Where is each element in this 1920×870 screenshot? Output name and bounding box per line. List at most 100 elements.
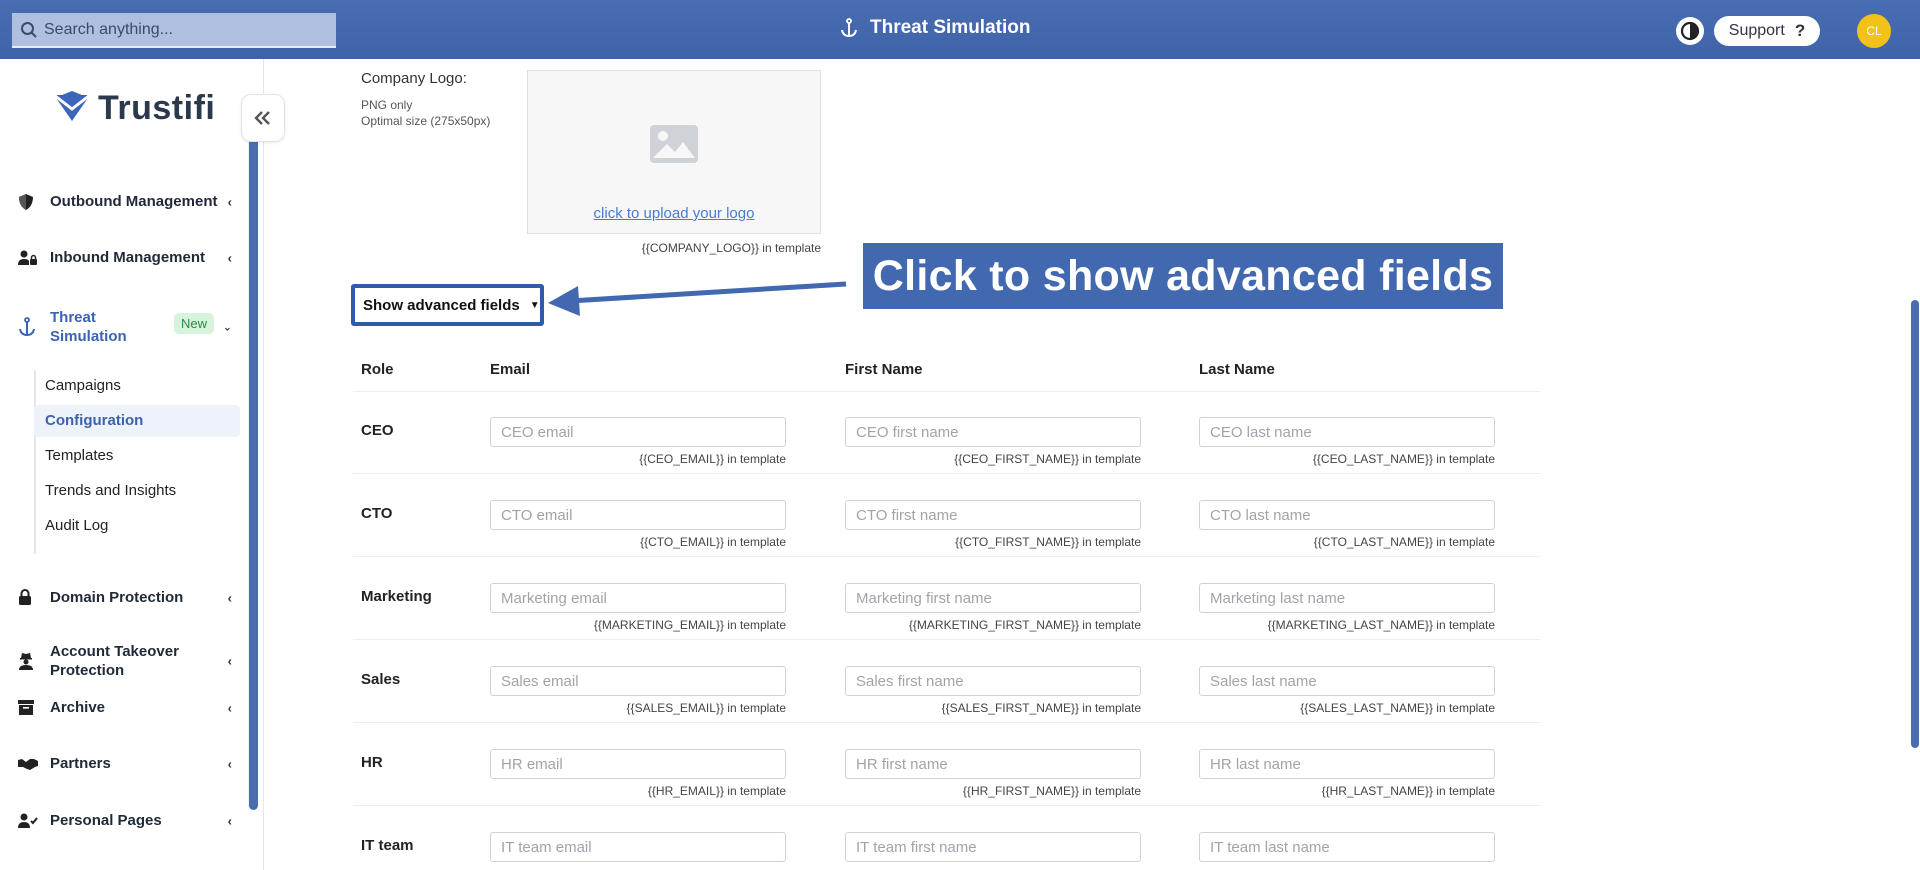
hr-last-name-field[interactable] (1199, 749, 1495, 779)
row-divider (353, 391, 1541, 392)
show-advanced-fields-label: Show advanced fields (363, 296, 520, 314)
company-logo-hint: PNG only Optimal size (275x50px) (361, 97, 490, 129)
chevron-left-icon: ‹ (227, 590, 232, 605)
collapse-sidebar-button[interactable] (241, 94, 285, 142)
caret-down-icon: ▼ (529, 299, 540, 311)
logo[interactable]: Trustifi (52, 89, 215, 128)
top-bar: Threat Simulation Support ? CL (0, 0, 1920, 59)
sidebar-subitem-templates[interactable]: Templates (45, 447, 113, 464)
company-logo-label: Company Logo: (361, 70, 467, 87)
column-header-last-name: Last Name (1199, 361, 1275, 378)
submenu-divider (34, 370, 36, 554)
support-button[interactable]: Support ? (1714, 16, 1820, 46)
sidebar-item-label: Personal Pages (50, 812, 162, 829)
hr-email-template-hint: {{HR_EMAIL}} in template (647, 784, 786, 798)
contrast-toggle-button[interactable] (1676, 17, 1704, 45)
hr-first-name-template-hint: {{HR_FIRST_NAME}} in template (962, 784, 1141, 798)
archive-icon (18, 700, 40, 715)
main-scrollbar-thumb[interactable] (1911, 300, 1919, 748)
role-label: CTO (361, 505, 393, 522)
chevron-left-icon: ‹ (227, 700, 232, 715)
cto-first-name-field[interactable] (845, 500, 1141, 530)
question-icon: ? (1794, 21, 1806, 40)
cto-email-field[interactable] (490, 500, 786, 530)
hr-first-name-field[interactable] (845, 749, 1141, 779)
sidebar-item-personal-pages[interactable]: Personal Pages ‹ (18, 811, 232, 830)
callout-arrow (548, 281, 847, 316)
ceo-first-name-field[interactable] (845, 417, 1141, 447)
it-team-last-name-field[interactable] (1199, 832, 1495, 862)
cto-first-name-template-hint: {{CTO_FIRST_NAME}} in template (955, 535, 1141, 549)
user-secret-icon (18, 652, 40, 670)
search-box[interactable] (12, 13, 336, 48)
show-advanced-fields-button[interactable]: Show advanced fields ▼ (351, 284, 544, 326)
image-placeholder-icon (650, 125, 698, 163)
sales-first-name-field[interactable] (845, 666, 1141, 696)
sales-email-field[interactable] (490, 666, 786, 696)
marketing-email-template-hint: {{MARKETING_EMAIL}} in template (593, 618, 786, 632)
row-divider (353, 556, 1541, 557)
sidebar-item-label: Outbound Management (50, 193, 218, 210)
anchor-icon (18, 317, 40, 337)
logo-hint-format: PNG only (361, 98, 413, 112)
ceo-email-template-hint: {{CEO_EMAIL}} in template (639, 452, 786, 466)
it-team-email-field[interactable] (490, 832, 786, 862)
marketing-last-name-field[interactable] (1199, 583, 1495, 613)
callout-banner: Click to show advanced fields (863, 243, 1503, 309)
sidebar-item-outbound-management[interactable]: Outbound Management ‹ (18, 192, 232, 211)
search-input[interactable] (44, 20, 324, 39)
logo-template-hint: {{COMPANY_LOGO}} in template (641, 241, 821, 255)
hr-email-field[interactable] (490, 749, 786, 779)
cto-email-template-hint: {{CTO_EMAIL}} in template (640, 535, 786, 549)
sidebar-subitem-configuration[interactable]: Configuration (34, 405, 240, 437)
user-lock-icon (18, 250, 40, 266)
avatar[interactable]: CL (1857, 14, 1891, 48)
support-label: Support (1728, 22, 1785, 39)
sales-last-name-field[interactable] (1199, 666, 1495, 696)
user-check-icon (18, 813, 40, 829)
cto-last-name-field[interactable] (1199, 500, 1495, 530)
column-header-first-name: First Name (845, 361, 923, 378)
marketing-first-name-template-hint: {{MARKETING_FIRST_NAME}} in template (908, 618, 1141, 632)
handshake-icon (18, 757, 40, 771)
sidebar-subitem-trends-and-insights[interactable]: Trends and Insights (45, 482, 176, 499)
sidebar-item-domain-protection[interactable]: Domain Protection ‹ (18, 588, 232, 607)
sidebar-item-account-takeover-protection[interactable]: Account Takeover Protection ‹ (18, 642, 232, 680)
role-label: HR (361, 754, 383, 771)
role-label: Sales (361, 671, 401, 688)
column-header-role: Role (361, 361, 394, 378)
marketing-email-field[interactable] (490, 583, 786, 613)
sidebar-subitem-audit-log[interactable]: Audit Log (45, 517, 108, 534)
cto-last-name-template-hint: {{CTO_LAST_NAME}} in template (1313, 535, 1495, 549)
sidebar-item-label: Inbound Management (50, 249, 205, 266)
column-header-email: Email (490, 361, 531, 378)
search-icon (21, 21, 37, 38)
sidebar-item-label: Threat Simulation (50, 309, 127, 345)
sidebar-item-label: Account Takeover Protection (50, 643, 179, 679)
sidebar-item-partners[interactable]: Partners ‹ (18, 754, 232, 773)
sales-last-name-template-hint: {{SALES_LAST_NAME}} in template (1300, 701, 1495, 715)
sidebar-item-inbound-management[interactable]: Inbound Management ‹ (18, 248, 232, 267)
sidebar-subitem-campaigns[interactable]: Campaigns (45, 377, 121, 394)
sidebar-item-label: Domain Protection (50, 589, 184, 606)
role-label: Marketing (361, 588, 432, 605)
sidebar-item-threat-simulation[interactable]: Threat Simulation New ⌄ (18, 308, 232, 346)
row-divider (353, 805, 1541, 806)
row-divider (353, 473, 1541, 474)
it-team-first-name-field[interactable] (845, 832, 1141, 862)
ceo-email-field[interactable] (490, 417, 786, 447)
sidebar-item-archive[interactable]: Archive ‹ (18, 698, 232, 717)
logo-upload-area[interactable]: click to upload your logo (527, 70, 821, 234)
ceo-last-name-template-hint: {{CEO_LAST_NAME}} in template (1312, 452, 1495, 466)
sidebar: Trustifi Outbound Management ‹ Inbound M… (0, 59, 264, 870)
row-divider (353, 722, 1541, 723)
role-label: CEO (361, 422, 394, 439)
anchor-icon (841, 18, 857, 38)
sidebar-item-label: Archive (50, 699, 106, 716)
ceo-last-name-field[interactable] (1199, 417, 1495, 447)
marketing-first-name-field[interactable] (845, 583, 1141, 613)
chevron-left-icon: ‹ (227, 756, 232, 771)
upload-logo-link[interactable]: click to upload your logo (528, 205, 820, 222)
sidebar-scrollbar-thumb[interactable] (249, 137, 258, 810)
logo-hint-size: Optimal size (275x50px) (361, 114, 491, 128)
